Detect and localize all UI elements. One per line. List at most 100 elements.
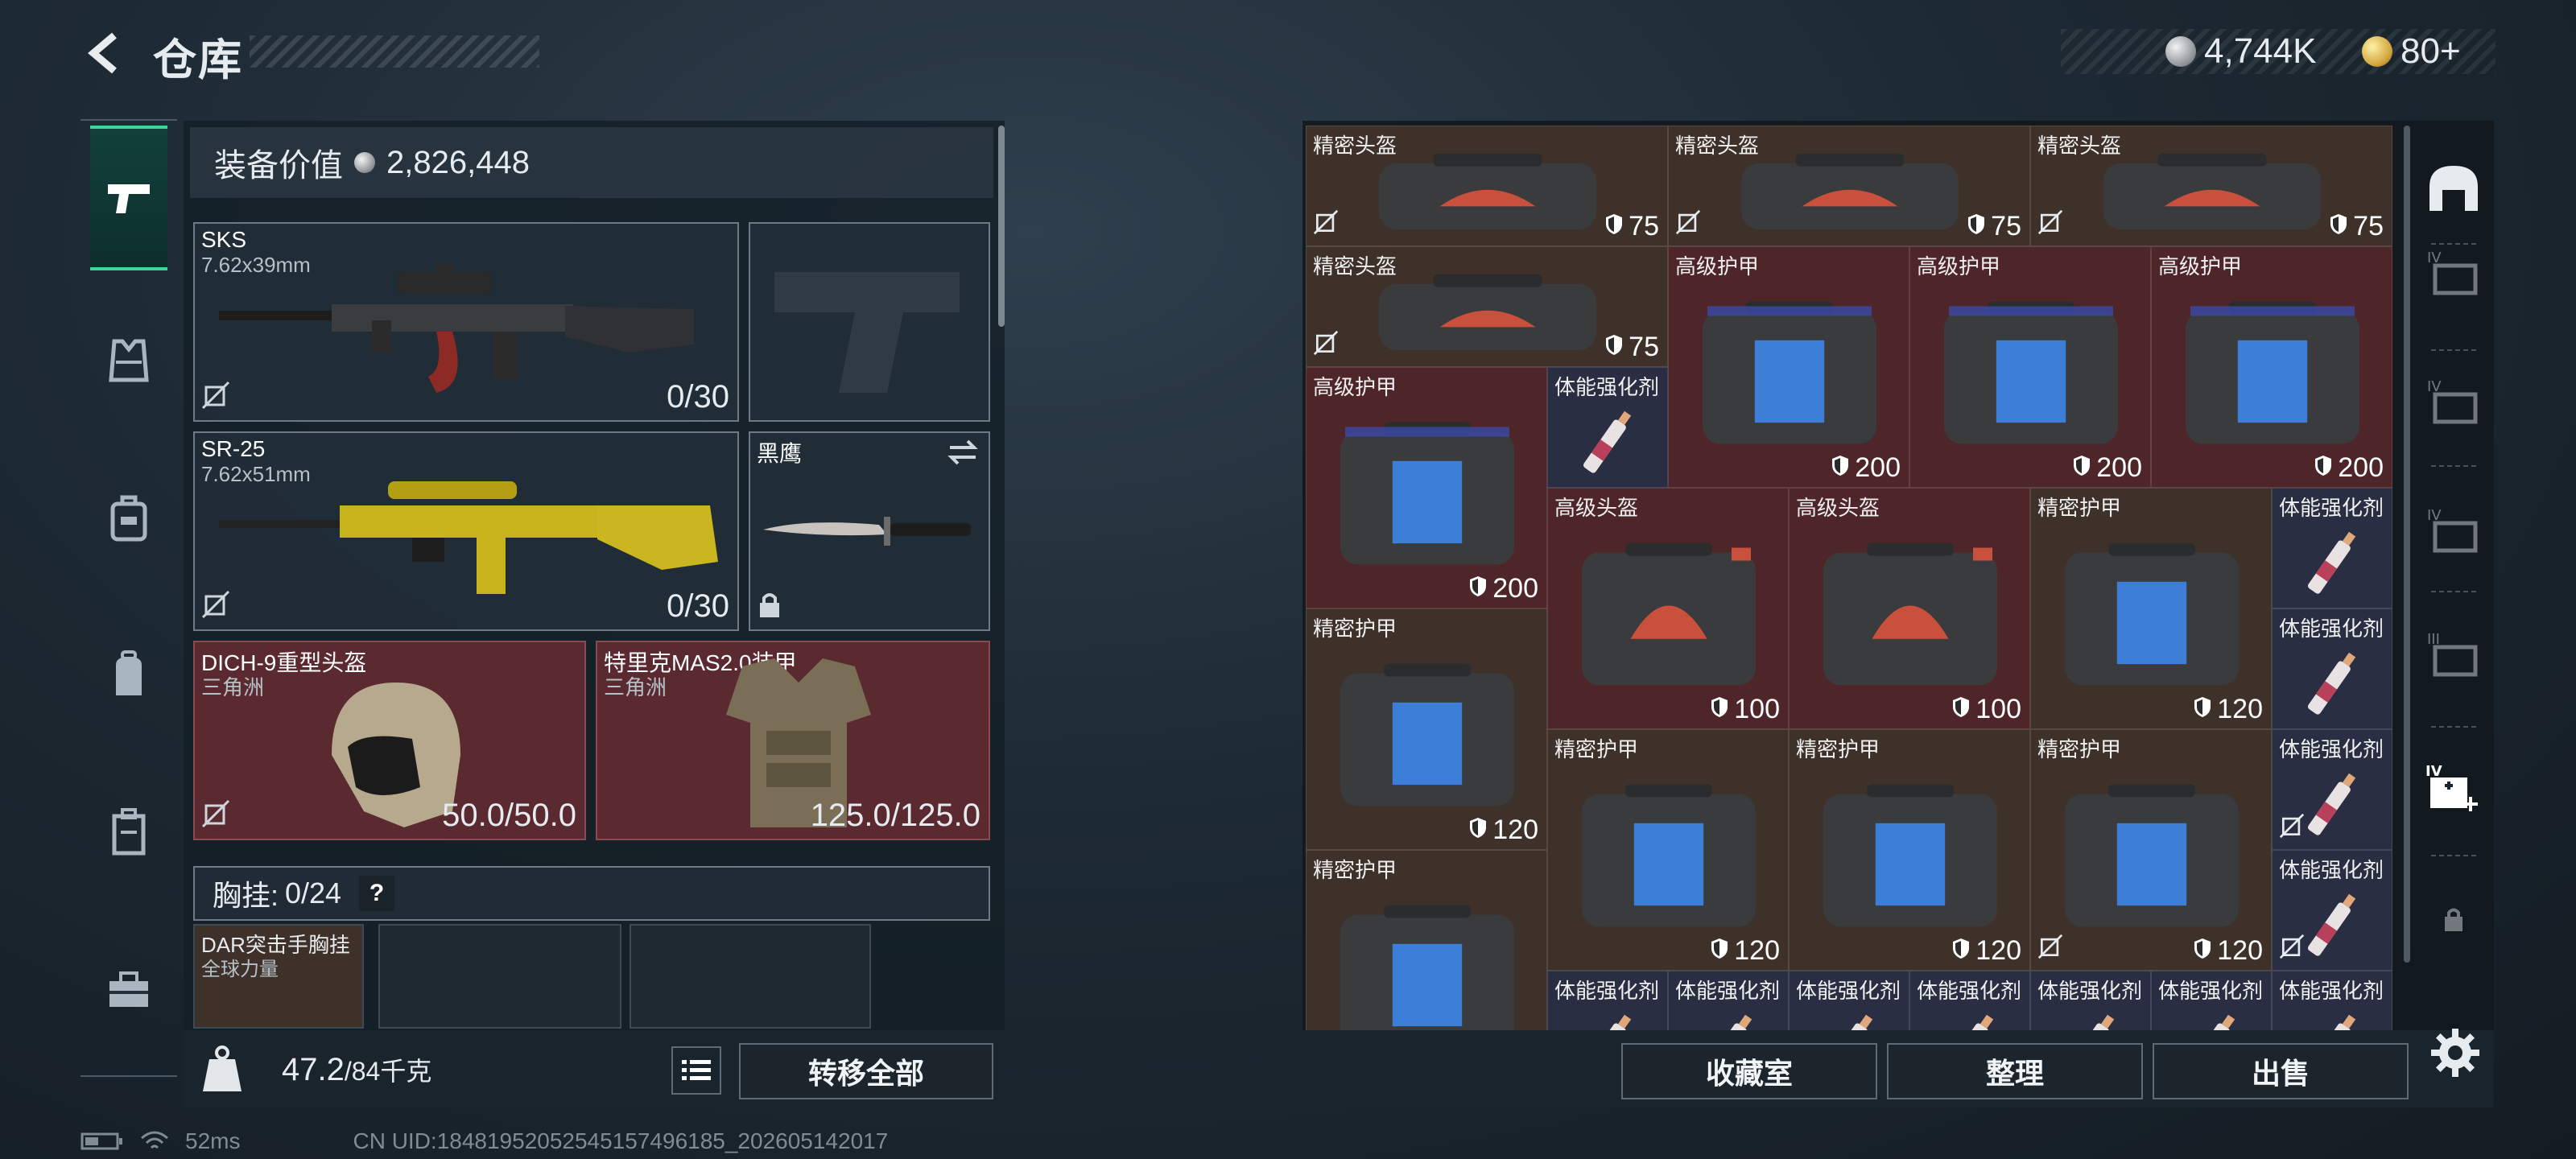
armor-slot[interactable]: 特里克MAS2.0装甲 三角洲 125.0/125.0 [596, 641, 990, 840]
item-name: 体能强化剂 [2037, 979, 2143, 1003]
list-view-button[interactable] [671, 1046, 721, 1095]
storage-item[interactable]: 高级护甲 200 [2151, 246, 2392, 488]
help-button[interactable]: ? [359, 876, 395, 911]
nav-backpack[interactable] [90, 636, 167, 713]
storage-item[interactable]: 体能强化剂 [1909, 971, 2030, 1030]
helmet-slot[interactable]: DICH-9重型头盔 三角洲 50.0/50.0 [193, 641, 586, 840]
gold-currency[interactable]: 80+ [2362, 29, 2461, 74]
rig-storage-slot[interactable] [378, 924, 621, 1029]
transfer-all-button[interactable]: 转移全部 [739, 1043, 993, 1099]
storage-item[interactable]: 精密护甲 120 [1547, 729, 1789, 971]
svg-text:IV: IV [2425, 763, 2442, 780]
storage-item[interactable]: 精密护甲 120 [1306, 608, 1547, 850]
storage-item[interactable]: 精密头盔 75 [1668, 126, 2030, 246]
storage-item[interactable]: 体能强化剂 [2272, 608, 2392, 729]
shield-icon [2072, 452, 2091, 484]
helmet-durability: 50.0/50.0 [442, 798, 576, 833]
storage-item[interactable]: 精密护甲 [1306, 850, 1547, 1030]
tier4-tools-icon[interactable]: IV [2423, 370, 2484, 431]
item-durability: 75 [1967, 211, 2021, 242]
storage-scrollbar[interactable] [2404, 126, 2410, 963]
pistol-silhouette-icon [774, 272, 960, 393]
silver-coin-icon [2165, 36, 2196, 67]
weight-icon [200, 1043, 245, 1095]
item-durability: 75 [1604, 211, 1659, 242]
sks-rifle-image [219, 264, 694, 393]
carry-weight-max: /84千克 [344, 1057, 432, 1086]
item-name: 高级头盔 [1554, 496, 1639, 520]
case-icon [112, 808, 146, 856]
pouch-icon [110, 495, 147, 542]
melee-slot[interactable]: 黑鹰 [749, 431, 990, 631]
silver-coin-icon [354, 152, 375, 173]
storage-item[interactable]: 体能强化剂 [2151, 971, 2272, 1030]
collection-room-button[interactable]: 收藏室 [1621, 1043, 1877, 1099]
item-name: 体能强化剂 [2158, 979, 2264, 1003]
locked-tab-icon[interactable] [2423, 889, 2484, 950]
shield-icon [1951, 935, 1971, 967]
wifi-icon [141, 1131, 168, 1149]
item-durability: 200 [2314, 452, 2384, 484]
pistol-slot[interactable] [749, 222, 990, 422]
no-insure-icon [1313, 330, 1339, 360]
loadout-scrollbar[interactable] [998, 126, 1005, 327]
storage-item[interactable]: 体能强化剂 [2272, 729, 2392, 850]
swap-icon[interactable] [947, 438, 979, 471]
primary-weapon-slot[interactable]: SKS 7.62x39mm 0/30 [193, 222, 739, 422]
all-items-icon[interactable] [2423, 158, 2484, 219]
item-name: 体能强化剂 [1554, 375, 1660, 399]
item-durability: 75 [1604, 332, 1659, 363]
nav-weapons[interactable] [90, 126, 167, 270]
storage-item[interactable]: 高级头盔 100 [1547, 488, 1789, 729]
storage-item[interactable]: 体能强化剂 [1547, 367, 1668, 488]
chest-rig-count: 0/24 [285, 876, 342, 909]
storage-item[interactable]: 高级护甲 200 [1909, 246, 2151, 488]
storage-item[interactable]: 体能强化剂 [2030, 971, 2151, 1030]
armor-origin: 三角洲 [604, 675, 667, 699]
nav-chest-rig[interactable] [90, 480, 167, 557]
storage-item[interactable]: 精密头盔 75 [1306, 126, 1668, 246]
item-name: 精密护甲 [1313, 858, 1397, 882]
storage-item[interactable]: 高级护甲 200 [1668, 246, 1909, 488]
tier4-gear-icon[interactable]: IV [2423, 241, 2484, 303]
sell-button[interactable]: 出售 [2153, 1043, 2409, 1099]
tier4-docs-icon[interactable]: IV [2423, 499, 2484, 560]
shield-icon [1468, 815, 1488, 846]
nav-secure-case[interactable] [90, 794, 167, 871]
chest-rig-item[interactable]: DAR突击手胸挂 全球力量 [193, 924, 364, 1029]
rig-storage-slot[interactable] [630, 924, 871, 1029]
organize-button[interactable]: 整理 [1887, 1043, 2143, 1099]
storage-item[interactable]: 高级头盔 100 [1789, 488, 2030, 729]
storage-item[interactable]: 体能强化剂 [1789, 971, 1909, 1030]
secondary-weapon-slot[interactable]: SR-25 7.62x51mm 0/30 [193, 431, 739, 631]
storage-item[interactable]: 精密头盔 75 [1306, 246, 1668, 367]
no-insure-icon [1313, 209, 1339, 239]
storage-item[interactable]: 体能强化剂 [2272, 850, 2392, 971]
tier3-gear-icon[interactable]: III [2423, 623, 2484, 684]
shield-icon [1831, 452, 1850, 484]
storage-item[interactable]: 体能强化剂 [1547, 971, 1668, 1030]
storage-item[interactable]: 精密护甲 120 [2030, 488, 2272, 729]
storage-item[interactable]: 精密头盔 75 [2030, 126, 2392, 246]
storage-item[interactable]: 精密护甲 120 [2030, 729, 2272, 971]
item-name: 精密头盔 [1313, 254, 1397, 278]
item-durability: 120 [2193, 935, 2263, 967]
storage-item[interactable]: 精密护甲 120 [1789, 729, 2030, 971]
item-name: 精密护甲 [1554, 737, 1639, 761]
back-button[interactable] [80, 29, 129, 77]
shield-icon [1951, 694, 1971, 725]
tier4-medical-icon[interactable]: IV [2423, 757, 2484, 818]
armor-durability: 125.0/125.0 [810, 798, 980, 833]
nav-tools[interactable] [90, 951, 167, 1029]
item-name: 高级护甲 [1675, 254, 1760, 278]
storage-item[interactable]: 高级护甲 200 [1306, 367, 1547, 608]
silver-currency[interactable]: 4,744K [2165, 29, 2316, 74]
storage-item[interactable]: 体能强化剂 [1668, 971, 1789, 1030]
nav-armor[interactable] [90, 322, 167, 399]
durability-value: 75 [1991, 211, 2021, 241]
ammo-count: 0/30 [667, 588, 729, 624]
settings-button[interactable] [2423, 1021, 2487, 1085]
storage-item[interactable]: 体能强化剂 [2272, 488, 2392, 608]
storage-grid: 精密头盔 75 精密头盔 75 精密头盔 75 精密头盔 75 高级护甲 200 高级护甲 200 高级… [1306, 126, 2392, 1030]
storage-item[interactable]: 体能强化剂 [2272, 971, 2392, 1030]
